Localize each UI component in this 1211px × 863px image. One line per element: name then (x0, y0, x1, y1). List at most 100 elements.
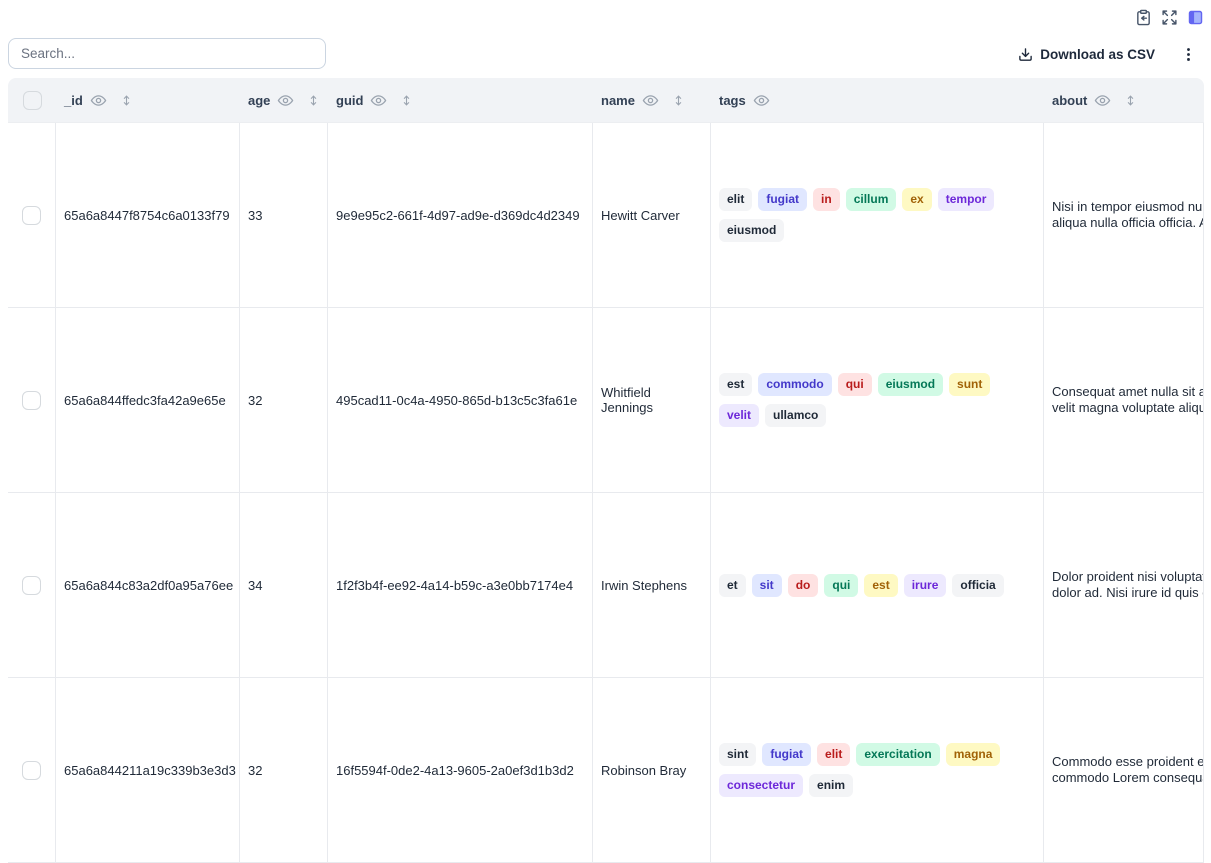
tag-chip: eiusmod (719, 219, 784, 242)
row-checkbox-cell (8, 678, 56, 862)
cell-age: 34 (240, 493, 328, 677)
cell-guid: 16f5594f-0de2-4a13-9605-2a0ef3d1b3d2 (328, 678, 593, 862)
about-text: Nisi in tempor eiusmod nulla (1052, 199, 1204, 215)
eye-icon[interactable] (642, 92, 659, 109)
download-csv-button[interactable]: Download as CSV (1018, 47, 1155, 62)
tag-chip: enim (809, 774, 853, 797)
expand-icon[interactable] (1161, 9, 1178, 26)
tag-chip: do (788, 574, 819, 597)
tag-chip: ex (902, 188, 931, 211)
cell-age: 33 (240, 123, 328, 307)
column-header-id[interactable]: _id (56, 78, 240, 122)
cell-tags: elit fugiat in cillum ex tempor eiusmod (711, 123, 1044, 307)
sort-icon[interactable] (672, 93, 685, 108)
top-toolbar (1135, 9, 1204, 26)
about-text: velit magna voluptate aliquip (1052, 400, 1204, 416)
eye-icon[interactable] (1094, 92, 1111, 109)
cell-about: Commodo esse proident exce commodo Lorem… (1044, 678, 1204, 862)
table-row: 65a6a844c83a2df0a95a76ee 34 1f2f3b4f-ee9… (8, 493, 1204, 678)
table-row: 65a6a8447f8754c6a0133f79 33 9e9e95c2-661… (8, 123, 1204, 308)
table-row: 65a6a844211a19c339b3e3d3 32 16f5594f-0de… (8, 678, 1204, 863)
cell-id: 65a6a844211a19c339b3e3d3 (56, 678, 240, 862)
cell-age: 32 (240, 678, 328, 862)
column-label-name: name (601, 93, 635, 108)
eye-icon[interactable] (370, 92, 387, 109)
clipboard-paste-icon[interactable] (1135, 9, 1152, 26)
cell-tags: est commodo qui eiusmod sunt velit ullam… (711, 308, 1044, 492)
tag-chip: sint (719, 743, 756, 766)
table-row: 65a6a844ffedc3fa42a9e65e 32 495cad11-0c4… (8, 308, 1204, 493)
sort-icon[interactable] (1124, 93, 1137, 108)
column-header-age[interactable]: age (240, 78, 328, 122)
download-icon (1018, 47, 1033, 62)
tag-chip: sunt (949, 373, 990, 396)
sort-icon[interactable] (120, 93, 133, 108)
cell-name: Irwin Stephens (593, 493, 711, 677)
download-csv-label: Download as CSV (1040, 47, 1155, 62)
header-checkbox-cell (8, 78, 56, 122)
tag-chip: elit (817, 743, 850, 766)
row-checkbox[interactable] (22, 391, 41, 410)
cell-tags: sint fugiat elit exercitation magna cons… (711, 678, 1044, 862)
tag-chip: fugiat (758, 188, 807, 211)
row-checkbox[interactable] (22, 206, 41, 225)
column-label-about: about (1052, 93, 1087, 108)
cell-tags: et sit do qui est irure officia (711, 493, 1044, 677)
cell-about: Nisi in tempor eiusmod nulla aliqua null… (1044, 123, 1204, 307)
eye-icon[interactable] (277, 92, 294, 109)
column-label-guid: guid (336, 93, 363, 108)
about-text: Consequat amet nulla sit aute (1052, 384, 1204, 400)
tag-chip: commodo (758, 373, 831, 396)
cell-id: 65a6a844ffedc3fa42a9e65e (56, 308, 240, 492)
cell-guid: 9e9e95c2-661f-4d97-ad9e-d369dc4d2349 (328, 123, 593, 307)
column-header-tags[interactable]: tags (711, 78, 1044, 122)
cell-id: 65a6a844c83a2df0a95a76ee (56, 493, 240, 677)
tag-chip: cillum (846, 188, 897, 211)
select-all-checkbox[interactable] (23, 91, 42, 110)
tag-chip: et (719, 574, 746, 597)
cell-about: Consequat amet nulla sit aute velit magn… (1044, 308, 1204, 492)
sort-icon[interactable] (400, 93, 413, 108)
cell-guid: 495cad11-0c4a-4950-865d-b13c5c3fa61e (328, 308, 593, 492)
tag-chip: consectetur (719, 774, 803, 797)
table-actions: Download as CSV (1018, 40, 1197, 68)
cell-name: Whitfield Jennings (593, 308, 711, 492)
row-checkbox-cell (8, 123, 56, 307)
tag-chip: elit (719, 188, 752, 211)
tag-chip: in (813, 188, 840, 211)
tag-chip: magna (946, 743, 1001, 766)
column-header-name[interactable]: name (593, 78, 711, 122)
about-text: aliqua nulla officia officia. Ad (1052, 215, 1204, 231)
tag-chip: ullamco (765, 404, 826, 427)
eye-icon[interactable] (90, 92, 107, 109)
column-label-id: _id (64, 93, 83, 108)
search-input[interactable] (8, 38, 326, 69)
column-header-guid[interactable]: guid (328, 78, 593, 122)
about-text: commodo Lorem consequat (1052, 770, 1204, 786)
cell-age: 32 (240, 308, 328, 492)
tag-chip: irure (904, 574, 947, 597)
column-label-age: age (248, 93, 270, 108)
table-header-row: _id age guid name tags about (8, 78, 1204, 123)
row-checkbox[interactable] (22, 576, 41, 595)
about-text: Commodo esse proident exce (1052, 754, 1204, 770)
row-checkbox-cell (8, 493, 56, 677)
tag-chip: exercitation (856, 743, 939, 766)
about-text: dolor ad. Nisi irure id quis ex (1052, 585, 1204, 601)
eye-icon[interactable] (753, 92, 770, 109)
tag-chip: qui (838, 373, 872, 396)
tag-chip: est (864, 574, 897, 597)
row-checkbox[interactable] (22, 761, 41, 780)
cell-guid: 1f2f3b4f-ee92-4a14-b59c-a3e0bb7174e4 (328, 493, 593, 677)
tag-chip: est (719, 373, 752, 396)
column-header-about[interactable]: about (1044, 78, 1204, 122)
tag-chip: eiusmod (878, 373, 943, 396)
layout-panel-icon[interactable] (1187, 9, 1204, 26)
tag-chip: velit (719, 404, 759, 427)
sort-icon[interactable] (307, 93, 320, 108)
tag-chip: sit (752, 574, 782, 597)
data-table: _id age guid name tags about (8, 78, 1204, 863)
kebab-menu-icon[interactable] (1179, 45, 1197, 63)
column-label-tags: tags (719, 93, 746, 108)
about-text: Dolor proident nisi voluptate (1052, 569, 1204, 585)
